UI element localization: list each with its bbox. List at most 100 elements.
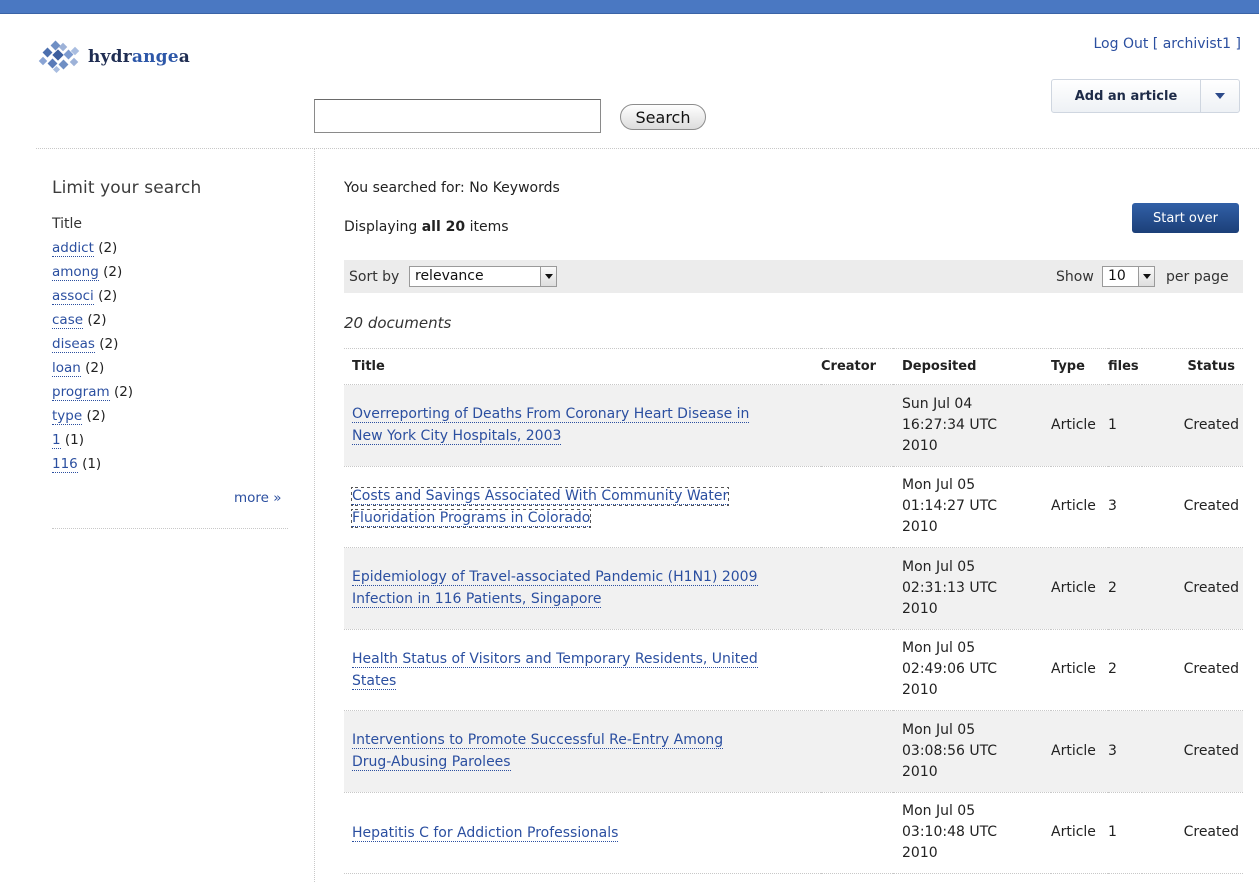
results-table: Title Creator Deposited Type files Statu… bbox=[344, 348, 1243, 874]
table-row: Overreporting of Deaths From Coronary He… bbox=[344, 384, 1243, 467]
search-button[interactable]: Search bbox=[620, 104, 706, 130]
facet-count: (2) bbox=[87, 312, 107, 328]
chevron-down-icon bbox=[1215, 93, 1225, 99]
cell-type: Article bbox=[1051, 466, 1108, 548]
username-bracket-open: [ bbox=[1152, 36, 1159, 52]
sidebar-divider bbox=[314, 149, 315, 882]
column-header-files[interactable]: files bbox=[1108, 348, 1142, 385]
add-article-button[interactable]: Add an article bbox=[1052, 80, 1201, 112]
per-page-label: per page bbox=[1166, 269, 1229, 285]
cell-title: Health Status of Visitors and Temporary … bbox=[344, 629, 821, 711]
sidebar-title: Limit your search bbox=[52, 178, 202, 198]
facet-item: case (2) bbox=[52, 308, 288, 332]
username-link[interactable]: archivist1 bbox=[1163, 36, 1231, 52]
result-summary-count: all 20 bbox=[421, 219, 466, 235]
cell-status: Created bbox=[1142, 710, 1243, 793]
facet-item: 1 (1) bbox=[52, 428, 288, 452]
document-link[interactable]: Epidemiology of Travel-associated Pandem… bbox=[352, 569, 758, 609]
cell-status: Created bbox=[1142, 466, 1243, 548]
cell-files: 3 bbox=[1108, 466, 1142, 548]
cell-files: 1 bbox=[1108, 384, 1142, 467]
cell-title: Costs and Savings Associated With Commun… bbox=[344, 466, 821, 548]
logo[interactable]: hydrangea bbox=[38, 40, 190, 74]
sort-select-value: relevance bbox=[415, 268, 484, 284]
table-header-row: Title Creator Deposited Type files Statu… bbox=[344, 348, 1243, 385]
facet-link[interactable]: among bbox=[52, 264, 99, 281]
facet-count: (2) bbox=[103, 264, 123, 280]
logout-link[interactable]: Log Out bbox=[1094, 36, 1149, 52]
cell-title: Overreporting of Deaths From Coronary He… bbox=[344, 384, 821, 467]
cell-title: Interventions to Promote Successful Re-E… bbox=[344, 710, 821, 793]
hydrangea-flower-icon bbox=[38, 40, 80, 74]
document-link[interactable]: Interventions to Promote Successful Re-E… bbox=[352, 732, 724, 772]
search-constraints: You searched for: No Keywords bbox=[344, 180, 560, 196]
facet-count: (2) bbox=[98, 288, 118, 304]
cell-deposited: Mon Jul 05 02:49:06 UTC 2010 bbox=[893, 629, 1051, 711]
cell-status: Created bbox=[1142, 384, 1243, 467]
add-article-dropdown[interactable]: Add an article bbox=[1051, 79, 1240, 113]
facet-link[interactable]: type bbox=[52, 408, 83, 425]
cell-deposited: Sun Jul 04 16:27:34 UTC 2010 bbox=[893, 384, 1051, 467]
facet-count: (2) bbox=[98, 240, 118, 256]
document-link[interactable]: Health Status of Visitors and Temporary … bbox=[352, 650, 758, 690]
document-link[interactable]: Hepatitis C for Addiction Professionals bbox=[352, 824, 619, 842]
start-over-button[interactable]: Start over bbox=[1132, 203, 1239, 233]
facet-count: (2) bbox=[113, 384, 134, 400]
table-row: Health Status of Visitors and Temporary … bbox=[344, 629, 1243, 711]
facet-count: (2) bbox=[99, 336, 119, 352]
table-row: Interventions to Promote Successful Re-E… bbox=[344, 710, 1243, 793]
cell-type: Article bbox=[1051, 384, 1108, 467]
cell-status: Created bbox=[1142, 547, 1243, 630]
cell-deposited: Mon Jul 05 02:31:13 UTC 2010 bbox=[893, 547, 1051, 630]
facet-link[interactable]: 116 bbox=[52, 456, 78, 473]
facet-item: addict (2) bbox=[52, 236, 288, 260]
cell-files: 2 bbox=[1108, 547, 1142, 630]
table-row: Hepatitis C for Addiction Professionals … bbox=[344, 792, 1243, 874]
result-summary: Displaying all 20 items bbox=[344, 219, 509, 235]
column-header-creator[interactable]: Creator bbox=[821, 348, 893, 385]
facet-link[interactable]: loan bbox=[52, 360, 81, 377]
document-link[interactable]: Costs and Savings Associated With Commun… bbox=[350, 486, 730, 528]
search-input[interactable] bbox=[314, 99, 601, 133]
column-header-deposited[interactable]: Deposited bbox=[893, 348, 1051, 385]
facet-count: (1) bbox=[82, 456, 102, 472]
cell-creator bbox=[821, 629, 893, 711]
column-header-type[interactable]: Type bbox=[1051, 348, 1108, 385]
username-bracket-close: ] bbox=[1235, 36, 1241, 52]
per-page-value: 10 bbox=[1108, 268, 1126, 284]
top-bar bbox=[0, 0, 1259, 14]
logo-text: hydrangea bbox=[88, 47, 190, 67]
cell-deposited: Mon Jul 05 03:10:48 UTC 2010 bbox=[893, 792, 1051, 874]
cell-creator bbox=[821, 547, 893, 630]
chevron-down-icon bbox=[540, 267, 556, 286]
facet-item: diseas (2) bbox=[52, 332, 288, 356]
table-row: Epidemiology of Travel-associated Pandem… bbox=[344, 547, 1243, 630]
cell-files: 1 bbox=[1108, 792, 1142, 874]
facet-count: (1) bbox=[64, 432, 85, 448]
sort-label: Sort by bbox=[349, 269, 400, 285]
cell-status: Created bbox=[1142, 792, 1243, 874]
sidebar: Limit your search Title addict (2) among… bbox=[52, 178, 288, 529]
facet-link[interactable]: program bbox=[52, 384, 110, 401]
cell-type: Article bbox=[1051, 547, 1108, 630]
cell-files: 3 bbox=[1108, 710, 1142, 793]
facet-link[interactable]: diseas bbox=[52, 336, 95, 353]
sort-select[interactable]: relevance bbox=[409, 266, 557, 287]
cell-status: Created bbox=[1142, 629, 1243, 711]
cell-deposited: Mon Jul 05 03:08:56 UTC 2010 bbox=[893, 710, 1051, 793]
facet-link[interactable]: case bbox=[52, 312, 84, 329]
add-article-caret[interactable] bbox=[1201, 80, 1239, 112]
per-page-select[interactable]: 10 bbox=[1102, 266, 1155, 287]
document-link[interactable]: Overreporting of Deaths From Coronary He… bbox=[352, 406, 750, 446]
cell-creator bbox=[821, 710, 893, 793]
facet-link[interactable]: addict bbox=[52, 240, 94, 257]
facet-link[interactable]: 1 bbox=[52, 432, 61, 449]
result-summary-suffix: items bbox=[469, 219, 509, 235]
facet-item: associ (2) bbox=[52, 284, 288, 308]
cell-type: Article bbox=[1051, 792, 1108, 874]
facet-link[interactable]: associ bbox=[52, 288, 94, 305]
facet-title: Title bbox=[52, 216, 83, 232]
column-header-title[interactable]: Title bbox=[344, 348, 821, 385]
column-header-status[interactable]: Status bbox=[1142, 348, 1243, 385]
more-facets-link[interactable]: more » bbox=[234, 490, 282, 506]
